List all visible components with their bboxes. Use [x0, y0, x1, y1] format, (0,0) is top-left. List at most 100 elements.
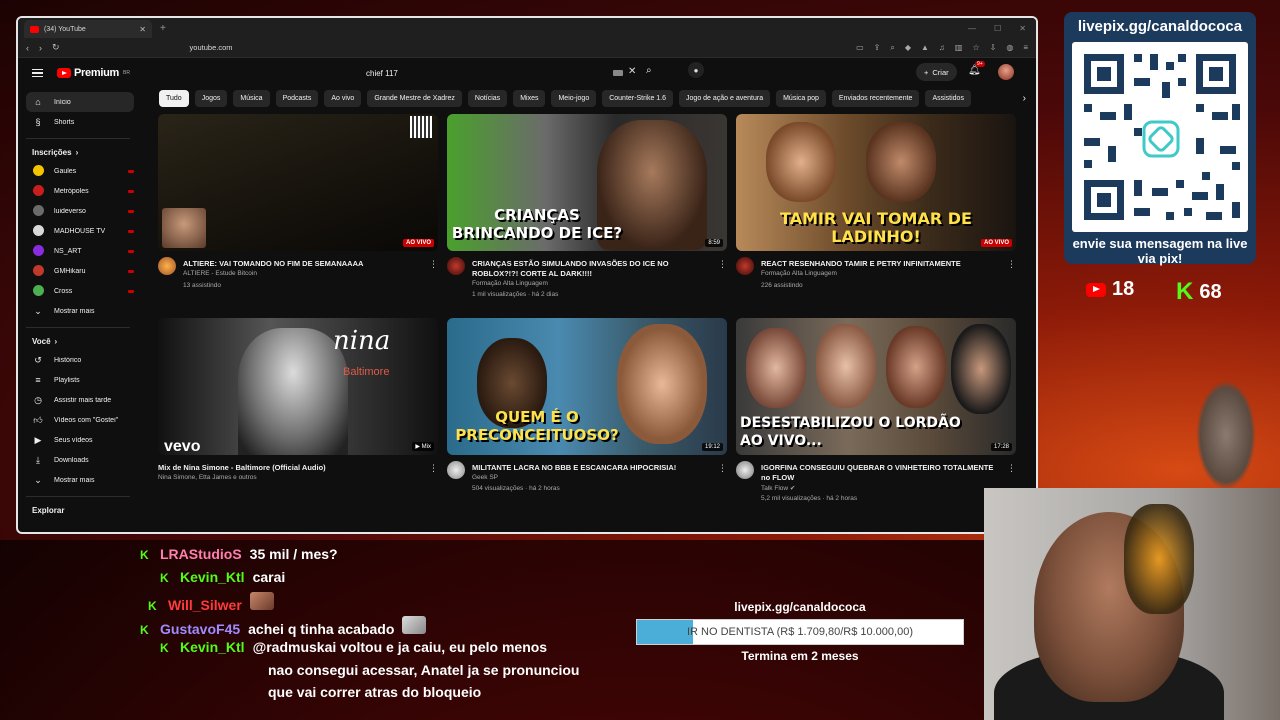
account-avatar[interactable]: [998, 64, 1014, 80]
video-thumbnail[interactable]: CRIANÇAS BRINCANDO DE ICE? 8:59: [447, 114, 727, 251]
livepix-url: livepix.gg/canaldococa: [1077, 18, 1243, 35]
channel-name[interactable]: Geek SP: [472, 474, 498, 481]
sidebar-sub-gaules[interactable]: Gaules: [26, 161, 134, 181]
video-title[interactable]: ALTIERE: VAI TOMANDO NO FIM DE SEMANAAAA: [183, 259, 423, 269]
subscriptions-heading[interactable]: Inscrições ›: [26, 139, 148, 161]
channel-avatar[interactable]: [447, 257, 465, 275]
sidebar-sub-madhouse[interactable]: MADHOUSE TV: [26, 221, 134, 241]
channel-name[interactable]: ALTIERE - Estude Bitcoin: [183, 270, 257, 277]
channel-avatar[interactable]: [736, 461, 754, 479]
clear-search-icon[interactable]: ✕: [628, 66, 636, 77]
video-thumbnail[interactable]: TAMIR VAI TOMAR DE LADINHO! AO VIVO: [736, 114, 1016, 251]
cast-icon[interactable]: ▭: [856, 43, 864, 53]
video-title[interactable]: Mix de Nina Simone - Baltimore (Official…: [158, 463, 398, 473]
shield-icon[interactable]: ◆: [905, 43, 911, 53]
reload-icon[interactable]: ↻: [52, 42, 60, 53]
video-thumbnail[interactable]: DESESTABILIZOU O LORDÃO AO VIVO... 17:28: [736, 318, 1016, 455]
channel-avatar[interactable]: [736, 257, 754, 275]
chips-next-icon[interactable]: ›: [1023, 93, 1026, 104]
more-options-icon[interactable]: ⋮: [1007, 259, 1016, 270]
more-options-icon[interactable]: ⋮: [429, 259, 438, 270]
channel-name[interactable]: Formação Alta Linguagem: [472, 280, 548, 287]
sidebar-sub-metropoles[interactable]: Metrópoles: [26, 181, 134, 201]
extension-icon[interactable]: ▲: [921, 43, 929, 53]
emote-image: [249, 592, 274, 610]
sidebar-sub-luideverso[interactable]: luideverso: [26, 201, 134, 221]
sidebar-sub-nsart[interactable]: NS_ART: [26, 241, 134, 261]
channel-name[interactable]: Formação Alta Linguagem: [761, 270, 837, 277]
chip-pop-music[interactable]: Música pop: [776, 90, 826, 107]
channel-name[interactable]: Talk Flow ✔: [761, 484, 795, 492]
maximize-icon[interactable]: ☐: [994, 24, 1001, 33]
youtube-logo[interactable]: Premium BR: [57, 67, 130, 79]
close-tab-icon[interactable]: ✕: [139, 25, 146, 34]
more-options-icon[interactable]: ⋮: [718, 259, 727, 270]
chip-middlegame[interactable]: Meio-jogo: [551, 90, 597, 107]
chip-chess[interactable]: Grande Mestre de Xadrez: [367, 90, 462, 107]
chip-watched[interactable]: Assistidos: [925, 90, 971, 107]
clock-icon: ◷: [34, 394, 42, 405]
sidebar-item-your-videos[interactable]: ▶ Seus vídeos: [26, 430, 134, 450]
menu-icon[interactable]: ≡: [1023, 43, 1028, 53]
search-box[interactable]: chief 117 ✕: [358, 63, 638, 83]
close-window-icon[interactable]: ✕: [1019, 24, 1026, 33]
channel-name[interactable]: Nina Simone, Etta James e outros: [158, 474, 257, 481]
create-button[interactable]: + Criar: [916, 63, 957, 81]
forward-icon[interactable]: ›: [39, 43, 42, 53]
sidebar-item-home[interactable]: ⌂ Início: [26, 92, 134, 112]
vpn-icon[interactable]: ◍: [1006, 43, 1013, 53]
video-title[interactable]: REACT RESENHANDO TAMIR E PETRY INFINITAM…: [761, 259, 1001, 269]
sidebar-item-shorts[interactable]: § Shorts: [26, 112, 134, 132]
sidebar-item-playlists[interactable]: ≡ Playlists: [26, 370, 134, 390]
sidebar-sub-gmhikaru[interactable]: GMHikaru: [26, 261, 134, 281]
microphone-icon[interactable]: ●: [688, 62, 704, 78]
new-tab-icon[interactable]: +: [160, 23, 166, 34]
chat-message: K Kevin_Ktl carai: [160, 569, 285, 585]
show-more-you-button[interactable]: ⌄ Mostrar mais: [26, 470, 134, 490]
sidebar-item-liked[interactable]: 👍︎ Vídeos com "Gostei": [26, 410, 134, 430]
channel-avatar[interactable]: [447, 461, 465, 479]
more-options-icon[interactable]: ⋮: [1007, 463, 1016, 474]
video-title[interactable]: CRIANÇAS ESTÃO SIMULANDO INVASÕES DO ICE…: [472, 259, 712, 279]
chip-live[interactable]: Ao vivo: [324, 90, 362, 107]
sidebar-item-watch-later[interactable]: ◷ Assistir mais tarde: [26, 390, 134, 410]
chip-games[interactable]: Jogos: [194, 90, 228, 107]
sidebar-sub-cross[interactable]: Cross: [26, 281, 134, 301]
chip-podcasts[interactable]: Podcasts: [275, 90, 319, 107]
bookmarks-icon[interactable]: ☆: [972, 43, 979, 53]
explore-heading[interactable]: Explorar: [26, 497, 148, 519]
chip-all[interactable]: Tudo: [159, 90, 189, 107]
browser-tab[interactable]: (34) YouTube ✕: [24, 20, 152, 38]
video-thumbnail[interactable]: QUEM É O PRECONCEITUOSO? 19:12: [447, 318, 727, 455]
sidebar-icon[interactable]: ▥: [955, 43, 963, 53]
url-field[interactable]: youtube.com: [190, 43, 233, 52]
video-title[interactable]: IGORFINA CONSEGUIU QUEBRAR O VINHETEIRO …: [761, 463, 1001, 483]
chip-news[interactable]: Notícias: [467, 90, 508, 107]
sidebar-item-history[interactable]: ↺ Histórico: [26, 350, 134, 370]
channel-avatar[interactable]: [158, 257, 176, 275]
back-icon[interactable]: ‹: [26, 43, 29, 53]
keyboard-icon[interactable]: [613, 70, 623, 76]
search-input[interactable]: chief 117: [366, 69, 398, 78]
video-stats: 226 assistindo: [761, 282, 803, 289]
zoom-icon[interactable]: ⌕: [890, 43, 894, 53]
you-heading[interactable]: Você ›: [26, 328, 148, 350]
more-options-icon[interactable]: ⋮: [718, 463, 727, 474]
search-icon[interactable]: ⌕: [646, 65, 652, 76]
chip-mixes[interactable]: Mixes: [513, 90, 546, 107]
share-icon[interactable]: ⇪: [874, 43, 881, 53]
show-more-subs-button[interactable]: ⌄ Mostrar mais: [26, 301, 134, 321]
chip-music[interactable]: Música: [233, 90, 270, 107]
sidebar-item-downloads[interactable]: ⤓ Downloads: [26, 450, 134, 470]
hamburger-menu-icon[interactable]: [32, 68, 43, 78]
playlist-icon[interactable]: ♫: [939, 43, 945, 53]
video-thumbnail[interactable]: nina Baltimore vevo ▶ Mix: [158, 318, 438, 455]
video-title[interactable]: MILITANTE LACRA NO BBB E ESCANCARA HIPOC…: [472, 463, 712, 473]
chip-cs16[interactable]: Counter-Strike 1.6: [602, 90, 674, 107]
more-options-icon[interactable]: ⋮: [429, 463, 438, 474]
video-thumbnail[interactable]: AO VIVO: [158, 114, 438, 251]
download-icon[interactable]: ⇩: [990, 43, 997, 53]
minimize-icon[interactable]: —: [968, 24, 976, 33]
chip-action-adventure[interactable]: Jogo de ação e aventura: [679, 90, 771, 107]
chip-recently-uploaded[interactable]: Enviados recentemente: [831, 90, 920, 107]
